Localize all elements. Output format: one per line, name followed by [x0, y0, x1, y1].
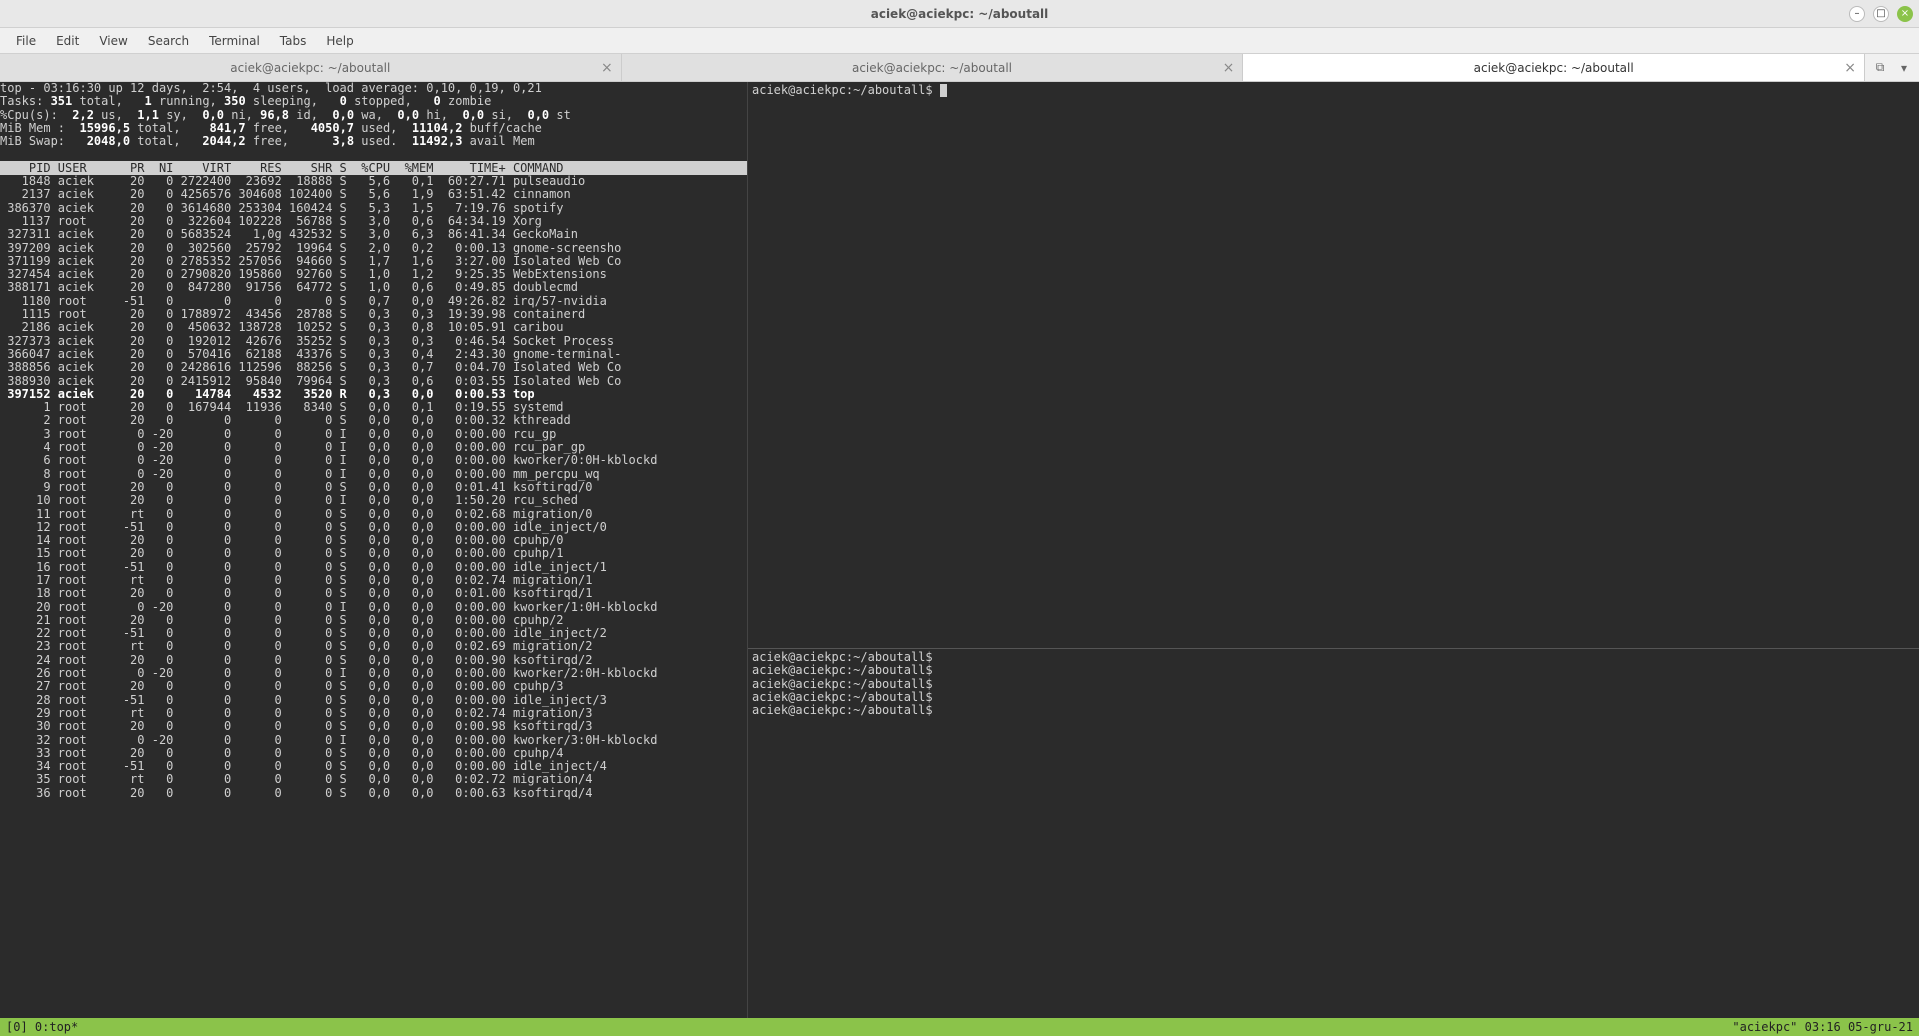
- tab-1[interactable]: aciek@aciekpc: ~/aboutall ×: [622, 54, 1244, 81]
- status-left: [0] 0:top*: [6, 1020, 78, 1034]
- window-title: aciek@aciekpc: ~/aboutall: [871, 7, 1049, 21]
- tab-2[interactable]: aciek@aciekpc: ~/aboutall ×: [1243, 54, 1865, 81]
- tab-label: aciek@aciekpc: ~/aboutall: [852, 61, 1012, 75]
- menu-edit[interactable]: Edit: [48, 30, 87, 52]
- maximize-button[interactable]: □: [1873, 6, 1889, 22]
- tabbar: aciek@aciekpc: ~/aboutall × aciek@aciekp…: [0, 54, 1919, 82]
- process-row-current: 397152 aciek 20 0 14784 4532 3520 R 0,3 …: [0, 388, 747, 401]
- tab-close-icon[interactable]: ×: [1844, 60, 1856, 76]
- tab-label: aciek@aciekpc: ~/aboutall: [1474, 61, 1634, 75]
- terminal-pane-right-bottom[interactable]: aciek@aciekpc:~/aboutall$aciek@aciekpc:~…: [748, 648, 1919, 1018]
- prompt: aciek@aciekpc:~/aboutall$: [752, 83, 933, 97]
- tab-close-icon[interactable]: ×: [1223, 60, 1235, 76]
- titlebar: aciek@aciekpc: ~/aboutall – □ ×: [0, 0, 1919, 28]
- status-right: "aciekpc" 03:16 05-gru-21: [1732, 1020, 1913, 1034]
- tab-close-icon[interactable]: ×: [601, 60, 613, 76]
- tab-0[interactable]: aciek@aciekpc: ~/aboutall ×: [0, 54, 622, 81]
- tab-menu-icon[interactable]: ▾: [1895, 59, 1913, 77]
- terminal-pane-left[interactable]: top - 03:16:30 up 12 days, 2:54, 4 users…: [0, 82, 748, 1018]
- tmux-statusbar: [0] 0:top* "aciekpc" 03:16 05-gru-21: [0, 1018, 1919, 1036]
- menu-tabs[interactable]: Tabs: [272, 30, 315, 52]
- menubar: File Edit View Search Terminal Tabs Help: [0, 28, 1919, 54]
- window-controls: – □ ×: [1849, 6, 1913, 22]
- menu-file[interactable]: File: [8, 30, 44, 52]
- minimize-button[interactable]: –: [1849, 6, 1865, 22]
- new-tab-icon[interactable]: ⧉: [1871, 59, 1889, 77]
- terminal-pane-right-top[interactable]: aciek@aciekpc:~/aboutall$: [748, 82, 1919, 648]
- menu-terminal[interactable]: Terminal: [201, 30, 268, 52]
- tab-label: aciek@aciekpc: ~/aboutall: [230, 61, 390, 75]
- menu-view[interactable]: View: [91, 30, 135, 52]
- menu-help[interactable]: Help: [318, 30, 361, 52]
- process-header-row: PID USER PR NI VIRT RES SHR S %CPU %MEM …: [0, 162, 747, 175]
- cursor-icon: [940, 84, 947, 97]
- tab-controls: ⧉ ▾: [1865, 54, 1919, 81]
- menu-search[interactable]: Search: [140, 30, 197, 52]
- terminal-pane-right: aciek@aciekpc:~/aboutall$ aciek@aciekpc:…: [748, 82, 1919, 1018]
- workspace: top - 03:16:30 up 12 days, 2:54, 4 users…: [0, 82, 1919, 1018]
- close-button[interactable]: ×: [1897, 6, 1913, 22]
